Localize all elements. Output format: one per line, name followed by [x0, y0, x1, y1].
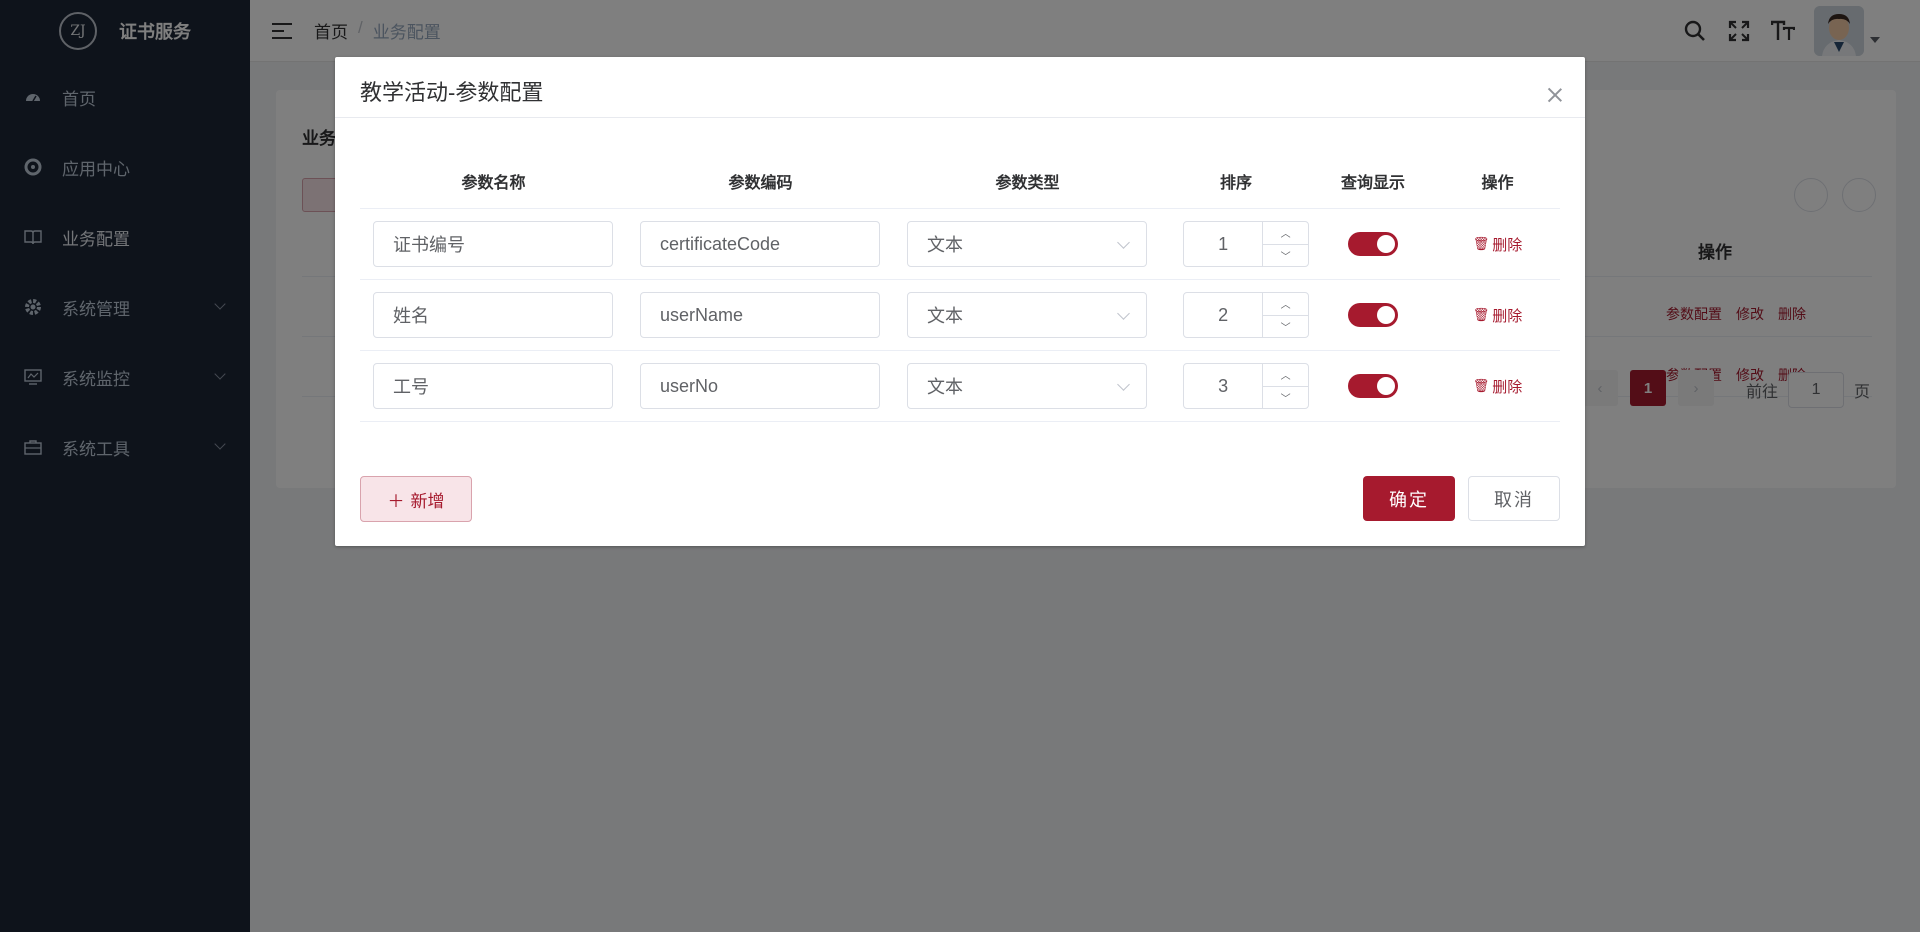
dialog-header: 教学活动-参数配置	[335, 57, 1585, 118]
chevron-down-icon	[1117, 307, 1130, 320]
increment-icon[interactable]: ︿	[1263, 293, 1308, 316]
confirm-button[interactable]: 确定	[1363, 476, 1455, 521]
table-row: 姓名 userName 文本 2 ︿ ﹀ 🗑 删除	[360, 280, 1560, 351]
param-code-input[interactable]: userNo	[640, 363, 880, 409]
plus-icon: ＋	[387, 491, 405, 511]
column-header: 参数名称	[461, 174, 526, 192]
add-label: 新增	[410, 491, 445, 511]
order-value[interactable]: 1	[1184, 222, 1262, 266]
column-header: 查询显示	[1340, 174, 1405, 192]
delete-label: 删除	[1492, 307, 1523, 325]
decrement-icon[interactable]: ﹀	[1263, 316, 1308, 338]
increment-icon[interactable]: ︿	[1263, 222, 1308, 245]
trash-icon: 🗑	[1472, 236, 1490, 251]
order-stepper[interactable]: 3 ︿ ﹀	[1183, 363, 1309, 409]
param-type-value: 文本	[927, 306, 963, 326]
dialog-title: 教学活动-参数配置	[360, 80, 544, 105]
delete-row-button[interactable]: 🗑 删除	[1435, 305, 1560, 326]
table-row: 证书编号 certificateCode 文本 1 ︿ ﹀ 🗑 删除	[360, 209, 1560, 280]
cancel-button[interactable]: 取消	[1468, 476, 1560, 521]
delete-label: 删除	[1492, 236, 1523, 254]
order-stepper[interactable]: 1 ︿ ﹀	[1183, 221, 1309, 267]
query-display-toggle[interactable]	[1348, 232, 1398, 256]
param-name-input[interactable]: 工号	[373, 363, 613, 409]
order-value[interactable]: 3	[1184, 364, 1262, 408]
chevron-down-icon	[1117, 378, 1130, 391]
increment-icon[interactable]: ︿	[1263, 364, 1308, 387]
delete-label: 删除	[1492, 378, 1523, 396]
add-param-button[interactable]: ＋ 新增	[360, 476, 472, 522]
column-header: 操作	[1481, 174, 1514, 192]
param-name-input[interactable]: 姓名	[373, 292, 613, 338]
order-stepper[interactable]: 2 ︿ ﹀	[1183, 292, 1309, 338]
param-code-input[interactable]: userName	[640, 292, 880, 338]
param-type-value: 文本	[927, 235, 963, 255]
param-name-input[interactable]: 证书编号	[373, 221, 613, 267]
trash-icon: 🗑	[1472, 378, 1490, 393]
query-display-toggle[interactable]	[1348, 374, 1398, 398]
param-code-input[interactable]: certificateCode	[640, 221, 880, 267]
param-type-value: 文本	[927, 377, 963, 397]
delete-row-button[interactable]: 🗑 删除	[1435, 234, 1560, 255]
table-header: 参数名称 参数编码 参数类型 排序 查询显示 操作	[360, 153, 1560, 209]
table-row: 工号 userNo 文本 3 ︿ ﹀ 🗑 删除	[360, 351, 1560, 422]
chevron-down-icon	[1117, 236, 1130, 249]
param-type-select[interactable]: 文本	[907, 292, 1147, 338]
decrement-icon[interactable]: ﹀	[1263, 245, 1308, 267]
column-header: 参数编码	[728, 174, 793, 192]
delete-row-button[interactable]: 🗑 删除	[1435, 376, 1560, 397]
param-config-dialog: 教学活动-参数配置 参数名称 参数编码 参数类型 排序 查询显示 操作 证书编号…	[335, 57, 1585, 546]
column-header: 参数类型	[995, 174, 1060, 192]
column-header: 排序	[1219, 174, 1252, 192]
trash-icon: 🗑	[1472, 307, 1490, 322]
decrement-icon[interactable]: ﹀	[1263, 387, 1308, 409]
param-table: 参数名称 参数编码 参数类型 排序 查询显示 操作 证书编号 certifica…	[360, 153, 1560, 422]
close-icon[interactable]	[1547, 87, 1563, 103]
order-value[interactable]: 2	[1184, 293, 1262, 337]
param-type-select[interactable]: 文本	[907, 363, 1147, 409]
param-type-select[interactable]: 文本	[907, 221, 1147, 267]
query-display-toggle[interactable]	[1348, 303, 1398, 327]
